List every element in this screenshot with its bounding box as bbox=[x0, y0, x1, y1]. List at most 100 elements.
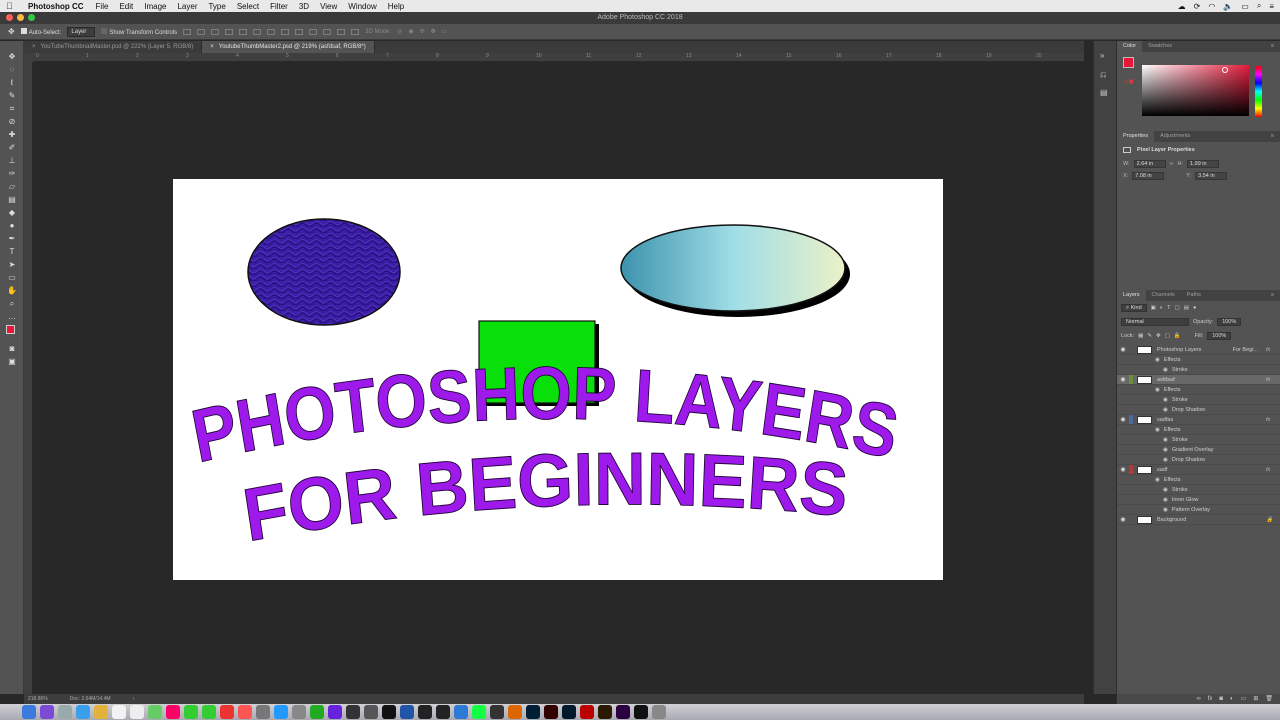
layer-thumbnail[interactable] bbox=[1137, 375, 1152, 384]
collapse-panels-icon[interactable]: » bbox=[1100, 51, 1110, 60]
auto-select-checkbox[interactable]: Auto-Select: bbox=[20, 27, 61, 36]
calendar-icon[interactable] bbox=[112, 705, 126, 719]
tab-adjustments[interactable]: Adjustments bbox=[1154, 131, 1196, 142]
width-field[interactable]: 2.64 in bbox=[1133, 160, 1166, 168]
visibility-eye-icon[interactable]: ◉ bbox=[1163, 405, 1168, 415]
foreground-color-swatch[interactable] bbox=[1123, 57, 1134, 68]
system-preferences-icon[interactable] bbox=[292, 705, 306, 719]
gradient-ellipse[interactable] bbox=[620, 224, 846, 312]
y-field[interactable]: 3.54 in bbox=[1195, 172, 1228, 180]
lock-transparent-icon[interactable]: ▦ bbox=[1138, 333, 1143, 339]
distribute-center-icon[interactable] bbox=[323, 28, 332, 35]
visibility-eye-icon[interactable]: ◉ bbox=[1163, 455, 1168, 465]
safari-icon[interactable] bbox=[76, 705, 90, 719]
effect-row[interactable]: ◉ Drop Shadow bbox=[1117, 455, 1280, 465]
tab-color[interactable]: Color bbox=[1117, 41, 1143, 52]
zoom-window-button[interactable] bbox=[28, 14, 35, 21]
color-swatches[interactable] bbox=[6, 325, 19, 341]
add-style-icon[interactable]: fx bbox=[1208, 694, 1213, 704]
menu-3d[interactable]: 3D bbox=[299, 2, 309, 11]
visibility-eye-icon[interactable]: ◉ bbox=[1117, 415, 1129, 425]
canvas-headline-line-2[interactable]: FOR BEGINNERS bbox=[238, 437, 852, 558]
crop-tool-icon[interactable]: ⌗ bbox=[6, 104, 18, 114]
clapper-icon[interactable] bbox=[490, 705, 504, 719]
kind-filter-dropdown[interactable]: ⌕ Kind bbox=[1121, 304, 1147, 312]
menu-select[interactable]: Select bbox=[237, 2, 259, 11]
layer-effects-icon[interactable]: fx bbox=[1266, 345, 1280, 355]
apple-icon[interactable]:  bbox=[6, 1, 18, 11]
visibility-eye-icon[interactable]: ◉ bbox=[1155, 355, 1160, 365]
hue-slider[interactable] bbox=[1255, 66, 1262, 117]
eraser-tool-icon[interactable]: ▱ bbox=[6, 182, 18, 192]
notes-icon[interactable] bbox=[94, 705, 108, 719]
layer-row[interactable]: ◉ asfdsaf fx bbox=[1117, 375, 1280, 385]
tab-properties[interactable]: Properties bbox=[1117, 131, 1155, 142]
visibility-eye-icon[interactable]: ◉ bbox=[1163, 505, 1168, 515]
effect-row[interactable]: ◉ Stroke bbox=[1117, 395, 1280, 405]
visibility-eye-icon[interactable]: ◉ bbox=[1163, 395, 1168, 405]
layer-name[interactable]: asfdsaf bbox=[1157, 375, 1266, 385]
vlc-icon[interactable] bbox=[508, 705, 522, 719]
menu-filter[interactable]: Filter bbox=[270, 2, 288, 11]
height-field[interactable]: 1.99 in bbox=[1187, 160, 1220, 168]
color-picker-field[interactable] bbox=[1142, 65, 1249, 116]
libraries-panel-icon[interactable]: ▤ bbox=[1100, 88, 1110, 97]
brush-tool-icon[interactable]: ✐ bbox=[6, 143, 18, 153]
align-top-icon[interactable] bbox=[183, 28, 192, 35]
foreground-color-swatch[interactable] bbox=[6, 325, 15, 334]
visibility-eye-icon[interactable]: ◉ bbox=[1155, 425, 1160, 435]
align-bottom-icon[interactable] bbox=[211, 28, 220, 35]
3d-rotate-icon[interactable]: ◎ bbox=[397, 28, 402, 35]
status-arrow-icon[interactable]: › bbox=[133, 694, 135, 704]
volume-icon[interactable]: 🔈 bbox=[1223, 2, 1233, 11]
link-icon[interactable]: ∞ bbox=[1170, 161, 1174, 167]
siri-icon[interactable] bbox=[40, 705, 54, 719]
menu-view[interactable]: View bbox=[320, 2, 337, 11]
3d-scale-icon[interactable]: ▭ bbox=[442, 28, 448, 35]
nordvpn-icon[interactable] bbox=[400, 705, 414, 719]
effect-row[interactable]: ◉ Inner Glow bbox=[1117, 495, 1280, 505]
menu-type[interactable]: Type bbox=[208, 2, 225, 11]
bridge-icon[interactable] bbox=[598, 705, 612, 719]
cloud-icon[interactable]: ☁ bbox=[1178, 2, 1186, 11]
lightroom-icon[interactable] bbox=[562, 705, 576, 719]
auto-align-icon[interactable] bbox=[351, 28, 360, 35]
tab-swatches[interactable]: Swatches bbox=[1142, 41, 1178, 52]
distribute-right-icon[interactable] bbox=[337, 28, 346, 35]
layer-effects-icon[interactable]: fx bbox=[1266, 465, 1280, 475]
layer-row[interactable]: ◉ sadf fx bbox=[1117, 465, 1280, 475]
tab-document-1[interactable]: × YouTubeThumbnailMaster.psd @ 222% (Laye… bbox=[24, 41, 203, 53]
effect-row[interactable]: ◉ Pattern Overlay bbox=[1117, 505, 1280, 515]
align-left-icon[interactable] bbox=[225, 28, 234, 35]
visibility-eye-icon[interactable]: ◉ bbox=[1163, 495, 1168, 505]
panel-menu-icon[interactable]: ≡ bbox=[1265, 290, 1280, 301]
chrome-icon[interactable] bbox=[310, 705, 324, 719]
align-center-icon[interactable] bbox=[239, 28, 248, 35]
delete-layer-icon[interactable]: 🗑 bbox=[1265, 694, 1273, 704]
visibility-eye-icon[interactable]: ◉ bbox=[1163, 435, 1168, 445]
maps-icon[interactable] bbox=[148, 705, 162, 719]
panel-menu-icon[interactable]: ≡ bbox=[1265, 41, 1280, 52]
distribute-middle-icon[interactable] bbox=[281, 28, 290, 35]
new-layer-icon[interactable]: ⊞ bbox=[1253, 694, 1258, 704]
illustrator-icon[interactable] bbox=[544, 705, 558, 719]
dodge-tool-icon[interactable]: ● bbox=[6, 221, 18, 231]
filter-toggle-icon[interactable]: ● bbox=[1193, 305, 1196, 311]
minimize-window-button[interactable] bbox=[17, 14, 24, 21]
close-tab-icon[interactable]: × bbox=[32, 44, 36, 50]
finder-icon[interactable] bbox=[22, 705, 36, 719]
photoshop-icon[interactable] bbox=[526, 705, 540, 719]
vectorworks-icon[interactable] bbox=[382, 705, 396, 719]
menu-window[interactable]: Window bbox=[348, 2, 376, 11]
effect-row[interactable]: ◉ Stroke bbox=[1117, 485, 1280, 495]
adjustment-layer-icon[interactable]: ◐ bbox=[1230, 694, 1234, 704]
hand-tool-icon[interactable]: ✋ bbox=[6, 286, 18, 296]
layer-effects-icon[interactable]: fx bbox=[1266, 375, 1280, 385]
imovie-icon[interactable] bbox=[328, 705, 342, 719]
resolve-icon[interactable] bbox=[418, 705, 432, 719]
document-canvas[interactable]: PHOTOSHOP LAYERS FOR BEGINNERS bbox=[173, 179, 943, 580]
color-picker-ring[interactable] bbox=[1222, 67, 1228, 73]
sync-icon[interactable]: ⟳ bbox=[1194, 2, 1201, 11]
align-right-icon[interactable] bbox=[253, 28, 262, 35]
history-brush-tool-icon[interactable]: ✑ bbox=[6, 169, 18, 179]
